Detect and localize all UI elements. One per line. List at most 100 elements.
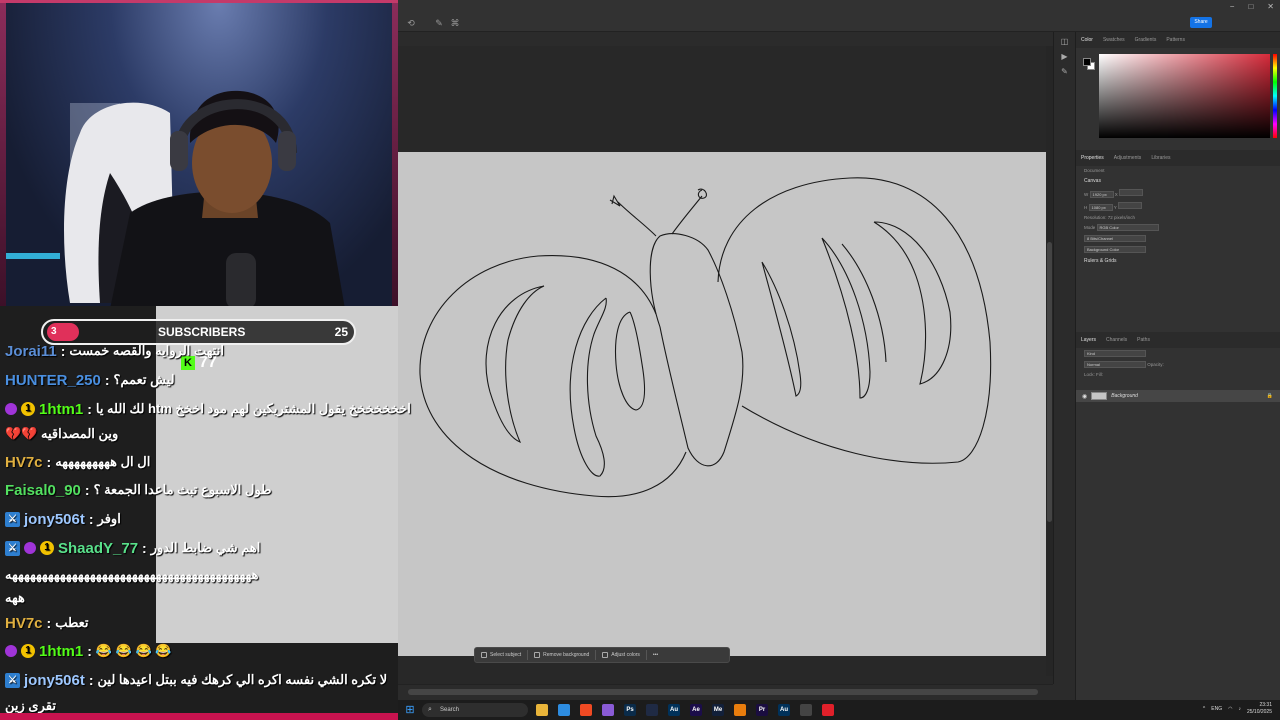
fill-select[interactable]: Background Color <box>1084 246 1146 253</box>
tab-properties[interactable]: Properties <box>1081 155 1104 161</box>
brush-icon[interactable]: ✎ <box>434 18 444 28</box>
color-picker-field[interactable] <box>1099 54 1270 138</box>
right-wing <box>717 177 992 464</box>
rulers-grids-title: Rulers & Grids <box>1084 258 1117 264</box>
chat-message: ⚔ jony506t: لا تكره الشي نفسه اكره الي كره… <box>5 669 387 691</box>
minimize-button[interactable]: − <box>1230 2 1235 11</box>
more-options-button[interactable]: ••• <box>653 652 658 658</box>
obs-icon[interactable] <box>800 704 812 716</box>
select-subject-button[interactable]: Select subject <box>481 652 521 658</box>
height-row: H 1080 px Y <box>1076 200 1280 213</box>
divider <box>595 650 597 660</box>
brave-icon[interactable] <box>580 704 592 716</box>
vertical-scrollbar[interactable] <box>1046 46 1053 676</box>
vscode-icon[interactable] <box>558 704 570 716</box>
speaker-icon[interactable]: ♪ <box>1238 706 1241 712</box>
tab-libraries[interactable]: Libraries <box>1151 155 1170 161</box>
rotate-view-icon[interactable]: ⟲ <box>406 18 416 28</box>
height-field[interactable]: 1080 px <box>1088 204 1113 211</box>
chat-separator: : <box>84 482 90 498</box>
lock-label: Lock: <box>1084 372 1095 377</box>
chat-message: ⚔ jony506t: اوفر <box>5 508 121 530</box>
webcam-frame-left <box>0 3 6 306</box>
tab-layers[interactable]: Layers <box>1081 337 1096 343</box>
tray-chevron-icon[interactable]: ^ <box>1203 706 1205 712</box>
right-inner-2 <box>821 237 871 399</box>
status-bar <box>398 684 1053 700</box>
windows-start-icon[interactable]: ⊞ <box>404 704 416 716</box>
premiere-icon[interactable]: Pr <box>756 704 768 716</box>
chat-text: وين المصداقيه 💔💔 <box>5 426 119 441</box>
fill-row: Background Color <box>1076 244 1280 255</box>
chat-message: 1 1htm1: 😂 😂 😂 😂 <box>5 640 171 662</box>
language-indicator[interactable]: ENG <box>1211 706 1222 712</box>
mode-label: Mode <box>1084 225 1096 230</box>
adjust-colors-button[interactable]: Adjust colors <box>602 652 640 658</box>
chat-separator: : <box>104 372 110 388</box>
symmetry-icon[interactable]: ⌘ <box>450 18 460 28</box>
chat-message: HV7c: تعطب <box>5 612 89 634</box>
photoshop-icon[interactable]: Ps <box>624 704 636 716</box>
horizontal-scrollbar[interactable] <box>408 689 1038 695</box>
chat-username: Jorai11 <box>5 342 57 360</box>
brush-settings-icon[interactable]: ✎ <box>1060 67 1070 77</box>
file-explorer-icon[interactable] <box>536 704 548 716</box>
clock[interactable]: 23:31 25/10/2025 <box>1247 702 1272 716</box>
tab-gradients[interactable]: Gradients <box>1135 37 1157 43</box>
close-button[interactable]: ✕ <box>1267 2 1274 11</box>
webcam-feed <box>0 0 398 306</box>
tab-swatches[interactable]: Swatches <box>1103 37 1125 43</box>
media-encoder-icon[interactable]: Me <box>712 704 724 716</box>
mode-select[interactable]: RGB Color <box>1096 224 1159 231</box>
moderator-badge-icon: ⚔ <box>5 511 20 527</box>
document-tab[interactable] <box>398 32 1053 46</box>
horizontal-scroll-thumb[interactable] <box>408 689 1038 695</box>
x-field[interactable] <box>1119 189 1144 196</box>
layer-thumbnail <box>1091 392 1108 400</box>
chat-overlay: 3 SUBSCRIBERS 25 K 77 Jorai11: انتهت الرو… <box>0 306 411 720</box>
chat-username: 1htm1 <box>39 400 84 418</box>
y-field[interactable] <box>1117 202 1142 209</box>
layer-filter-row: Kind <box>1076 348 1280 359</box>
share-button[interactable]: Share <box>1190 17 1212 28</box>
blender-icon[interactable] <box>734 704 746 716</box>
right-inner-3 <box>841 243 887 363</box>
capcut-icon[interactable] <box>646 704 658 716</box>
width-field[interactable]: 1920 px <box>1089 191 1114 198</box>
screen: − □ ✕ ⟲ ✎ ⌘ Share Select subject Remove … <box>0 0 1280 720</box>
after-effects-icon[interactable]: Ae <box>690 704 702 716</box>
play-action-icon[interactable]: ▶ <box>1060 52 1070 62</box>
chat-text: تعطب <box>55 615 89 630</box>
maximize-button[interactable]: □ <box>1248 2 1253 11</box>
tab-adjustments[interactable]: Adjustments <box>1114 155 1142 161</box>
time: 23:31 <box>1259 702 1272 708</box>
eye-icon[interactable]: ◉ <box>1082 393 1087 400</box>
headphone-right <box>278 131 296 171</box>
chat-username: Faisal0_90 <box>5 481 81 499</box>
tab-patterns[interactable]: Patterns <box>1166 37 1185 43</box>
canvas-section-title: Canvas <box>1084 178 1101 184</box>
tab-channels[interactable]: Channels <box>1106 337 1127 343</box>
bit-depth-select[interactable]: 8 Bits/Channel <box>1084 235 1146 242</box>
blend-mode-select[interactable]: Normal <box>1084 361 1146 368</box>
audition2-icon[interactable]: Au <box>778 704 790 716</box>
taskbar-search[interactable]: ⌕ Search <box>422 703 528 717</box>
remove-background-button[interactable]: Remove background <box>534 652 589 658</box>
visual-studio-icon[interactable] <box>602 704 614 716</box>
layer-row-background[interactable]: ◉ Background 🔒 <box>1076 390 1280 402</box>
left-inner-2 <box>569 297 607 477</box>
chat-separator: : <box>46 454 52 470</box>
history-icon[interactable]: ◫ <box>1060 37 1070 47</box>
foreground-color-swatch[interactable] <box>1083 58 1091 66</box>
hue-slider[interactable] <box>1273 54 1277 138</box>
contextual-task-bar: Select subject Remove background Adjust … <box>474 647 730 663</box>
audition-icon[interactable]: Au <box>668 704 680 716</box>
tab-color[interactable]: Color <box>1081 37 1093 43</box>
tab-paths[interactable]: Paths <box>1137 337 1150 343</box>
layer-kind-filter[interactable]: Kind <box>1084 350 1146 357</box>
layers-panel: Layers Channels Paths Kind Normal Opacit… <box>1076 332 1280 692</box>
wifi-icon[interactable]: ◠ <box>1228 706 1232 712</box>
opera-icon[interactable] <box>822 704 834 716</box>
vertical-scroll-thumb[interactable] <box>1047 242 1052 522</box>
canvas[interactable] <box>398 152 1046 656</box>
